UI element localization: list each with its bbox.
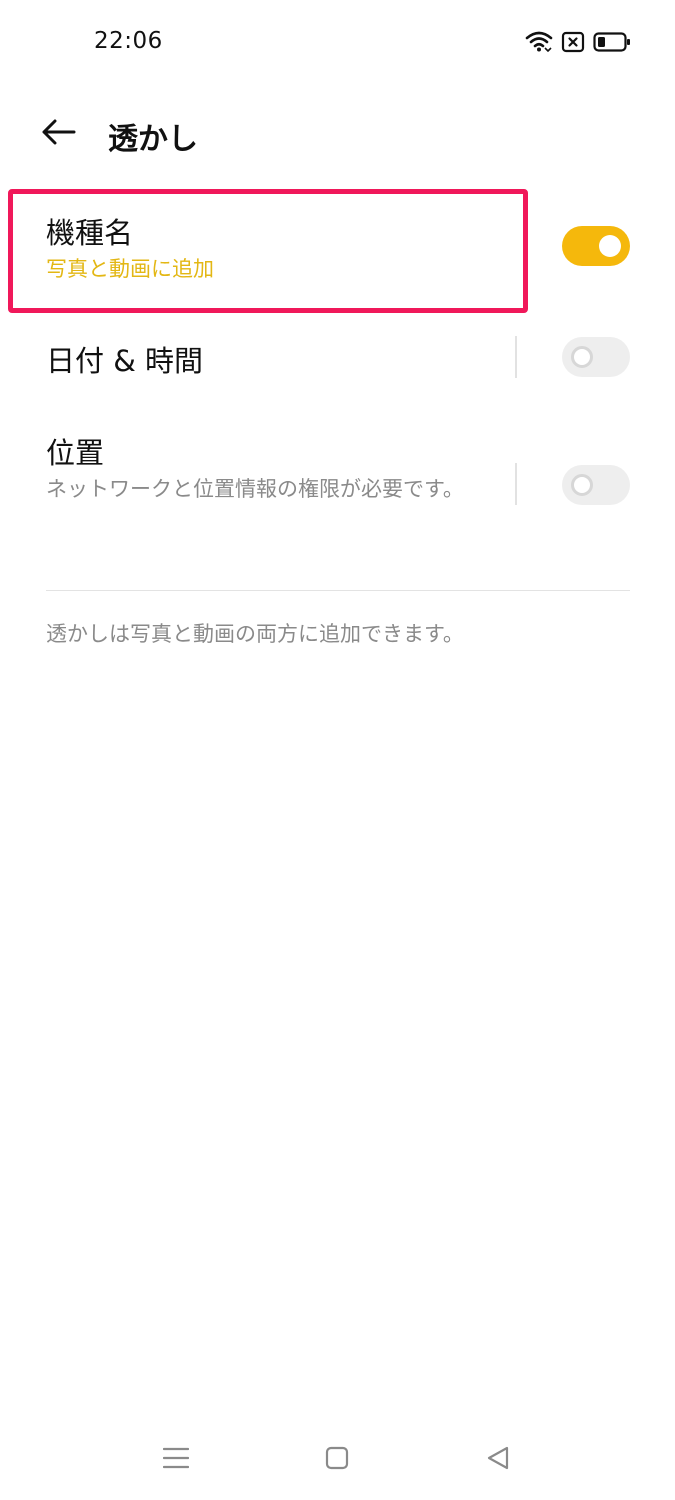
setting-title: 位置 xyxy=(46,436,105,470)
status-time: 22:06 xyxy=(94,28,163,54)
nav-back-button[interactable] xyxy=(478,1440,518,1480)
setting-title: 日付 & 時間 xyxy=(46,344,204,378)
footnote: 透かしは写真と動画の両方に追加できます。 xyxy=(46,622,464,646)
row-divider xyxy=(515,463,517,505)
recents-button[interactable] xyxy=(156,1440,196,1480)
arrow-left-icon xyxy=(40,118,76,150)
sim-blocked-icon xyxy=(561,31,585,53)
app-header: 透かし xyxy=(0,100,675,170)
back-triangle-icon xyxy=(486,1446,510,1474)
home-button[interactable] xyxy=(317,1440,357,1480)
status-icons xyxy=(525,30,631,54)
nav-bar xyxy=(0,1420,675,1500)
toggle-knob xyxy=(599,235,621,257)
location-toggle[interactable] xyxy=(562,465,630,505)
toggle-knob xyxy=(571,474,593,496)
setting-title: 機種名 xyxy=(46,216,134,250)
status-bar: 22:06 xyxy=(0,0,675,88)
setting-row-date-time[interactable]: 日付 & 時間 xyxy=(0,320,675,400)
home-icon xyxy=(325,1446,349,1474)
setting-subtitle: 写真と動画に追加 xyxy=(46,257,214,281)
setting-row-device-name[interactable]: 機種名 写真と動画に追加 xyxy=(0,190,675,310)
battery-icon xyxy=(593,31,631,53)
toggle-knob xyxy=(571,346,593,368)
menu-icon xyxy=(162,1446,190,1474)
date-time-toggle[interactable] xyxy=(562,337,630,377)
device-name-toggle[interactable] xyxy=(562,226,630,266)
section-divider xyxy=(46,590,630,591)
setting-subtitle: ネットワークと位置情報の権限が必要です。 xyxy=(46,477,464,501)
setting-row-location[interactable]: 位置 ネットワークと位置情報の権限が必要です。 xyxy=(0,410,675,560)
row-divider xyxy=(515,336,517,378)
back-button[interactable] xyxy=(36,116,80,152)
page-title: 透かし xyxy=(108,122,198,157)
wifi-icon xyxy=(525,30,553,54)
